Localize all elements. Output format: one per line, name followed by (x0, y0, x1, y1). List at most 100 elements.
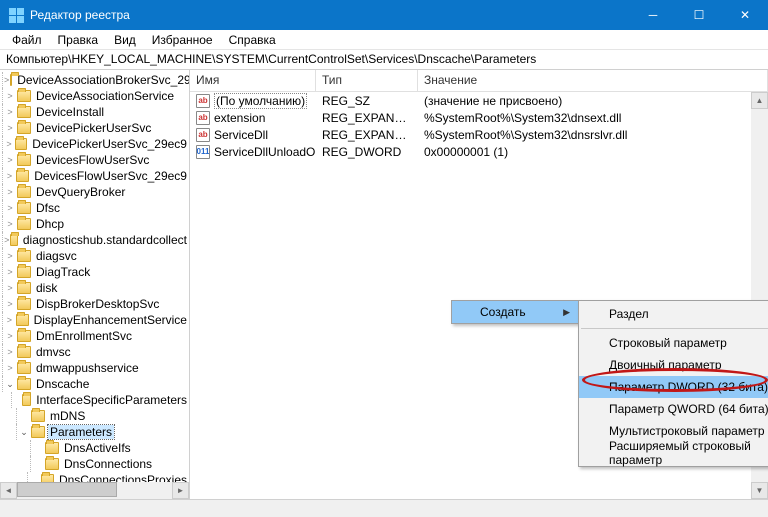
submenu-arrow-icon: ▶ (563, 307, 570, 318)
tree-item[interactable]: >DmEnrollmentSvc (2, 328, 189, 344)
expand-icon[interactable]: > (4, 234, 9, 246)
column-data[interactable]: Значение (418, 70, 768, 91)
menu-help[interactable]: Справка (221, 31, 284, 49)
tree-item[interactable]: >DeviceAssociationBrokerSvc_29 (2, 72, 189, 88)
tree-item[interactable]: DnsActiveIfs (2, 440, 189, 456)
ctx-new-key[interactable]: Раздел (579, 303, 768, 325)
menu-view[interactable]: Вид (106, 31, 144, 49)
expand-icon[interactable]: > (4, 250, 16, 262)
expand-icon[interactable]: > (4, 186, 16, 198)
expand-icon[interactable]: > (4, 266, 16, 278)
value-type: REG_SZ (316, 94, 418, 108)
expand-icon[interactable]: > (4, 362, 16, 374)
app-icon (8, 7, 24, 23)
maximize-button[interactable]: ☐ (676, 0, 722, 30)
tree-item[interactable]: >dmvsc (2, 344, 189, 360)
tree-item-label: DispBrokerDesktopSvc (34, 297, 161, 311)
tree-item[interactable]: >DevicesFlowUserSvc_29ec9 (2, 168, 189, 184)
folder-icon (17, 202, 31, 214)
ctx-new-binary[interactable]: Двоичный параметр (579, 354, 768, 376)
list-row[interactable]: abextensionREG_EXPAND_SZ%SystemRoot%\Sys… (190, 109, 768, 126)
expand-icon[interactable]: > (4, 90, 16, 102)
list-row[interactable]: ab(По умолчанию)REG_SZ(значение не присв… (190, 92, 768, 109)
tree-item[interactable]: InterfaceSpecificParameters (2, 392, 189, 408)
menu-file[interactable]: Файл (4, 31, 50, 49)
value-type: REG_DWORD (316, 145, 418, 159)
ctx-create[interactable]: Создать ▶ (452, 301, 578, 323)
tree-item[interactable]: ⌄Dnscache (2, 376, 189, 392)
ctx-new-qword64[interactable]: Параметр QWORD (64 бита) (579, 398, 768, 420)
tree-item-label: DevicePickerUserSvc_29ec9 (30, 137, 189, 151)
collapse-icon[interactable]: ⌄ (4, 378, 16, 390)
ctx-new-string[interactable]: Строковый параметр (579, 332, 768, 354)
tree-item[interactable]: ⌄Parameters (2, 424, 189, 440)
tree-pane[interactable]: >DeviceAssociationBrokerSvc_29>DeviceAss… (0, 70, 190, 499)
tree-leaf-icon (32, 458, 44, 470)
scroll-down-button[interactable]: ▼ (751, 482, 768, 499)
value-data: (значение не присвоено) (418, 94, 768, 108)
value-data: %SystemRoot%\System32\dnsext.dll (418, 111, 768, 125)
tree-item[interactable]: >DeviceAssociationService (2, 88, 189, 104)
folder-icon (16, 314, 29, 326)
expand-icon[interactable]: > (4, 170, 15, 182)
expand-icon[interactable]: > (4, 138, 14, 150)
ctx-new-expandstring[interactable]: Расширяемый строковый параметр (579, 442, 768, 464)
tree-item[interactable]: >DisplayEnhancementService (2, 312, 189, 328)
address-bar[interactable]: Компьютер\HKEY_LOCAL_MACHINE\SYSTEM\Curr… (0, 50, 768, 70)
titlebar[interactable]: Редактор реестра ─ ☐ ✕ (0, 0, 768, 30)
expand-icon[interactable]: > (4, 122, 16, 134)
tree-item[interactable]: >DeviceInstall (2, 104, 189, 120)
folder-icon (17, 298, 31, 310)
expand-icon[interactable]: > (4, 330, 16, 342)
tree-item[interactable]: > DispBrokerDesktopSvc (2, 296, 189, 312)
tree-item[interactable]: >dmwappushservice (2, 360, 189, 376)
tree-item[interactable]: >diagnosticshub.standardcollect (2, 232, 189, 248)
column-type[interactable]: Тип (316, 70, 418, 91)
minimize-button[interactable]: ─ (630, 0, 676, 30)
folder-icon (17, 378, 31, 390)
expand-icon[interactable]: > (4, 314, 15, 326)
tree-item[interactable]: > DevicePickerUserSvc_29ec9 (2, 136, 189, 152)
menu-favorites[interactable]: Избранное (144, 31, 221, 49)
expand-icon[interactable]: > (4, 346, 16, 358)
expand-icon[interactable]: > (4, 106, 16, 118)
tree-item[interactable]: >Dfsc (2, 200, 189, 216)
tree-item[interactable]: >disk (2, 280, 189, 296)
tree-item[interactable]: >DevQueryBroker (2, 184, 189, 200)
tree-item-label: diagsvc (34, 249, 79, 263)
tree-item-label: DnsConnections (62, 457, 154, 471)
scroll-left-button[interactable]: ◄ (0, 482, 17, 499)
list-row[interactable]: abServiceDllREG_EXPAND_SZ%SystemRoot%\Sy… (190, 126, 768, 143)
list-row[interactable]: 011ServiceDllUnloadOnSt...REG_DWORD0x000… (190, 143, 768, 160)
expand-icon[interactable]: > (4, 202, 16, 214)
tree-item[interactable]: >Dhcp (2, 216, 189, 232)
expand-icon[interactable]: > (4, 218, 16, 230)
close-button[interactable]: ✕ (722, 0, 768, 30)
scroll-right-button[interactable]: ► (172, 482, 189, 499)
menubar: Файл Правка Вид Избранное Справка (0, 30, 768, 50)
tree-item[interactable]: >DevicesFlowUserSvc (2, 152, 189, 168)
horizontal-scrollbar[interactable]: ◄ ► (0, 482, 189, 499)
menu-edit[interactable]: Правка (50, 31, 107, 49)
folder-icon (17, 122, 31, 134)
statusbar (0, 499, 768, 517)
collapse-icon[interactable]: ⌄ (18, 426, 30, 438)
expand-icon[interactable]: > (4, 154, 16, 166)
scroll-up-button[interactable]: ▲ (751, 92, 768, 109)
tree-item[interactable]: DnsConnections (2, 456, 189, 472)
binary-value-icon: 011 (196, 145, 210, 159)
string-value-icon: ab (196, 94, 210, 108)
scroll-thumb[interactable] (17, 482, 117, 497)
tree-item[interactable]: > DevicePickerUserSvc (2, 120, 189, 136)
values-pane[interactable]: Имя Тип Значение ab(По умолчанию)REG_SZ(… (190, 70, 768, 499)
expand-icon[interactable]: > (4, 74, 9, 86)
ctx-new-dword32[interactable]: Параметр DWORD (32 бита) (579, 376, 768, 398)
tree-item[interactable]: mDNS (2, 408, 189, 424)
column-name[interactable]: Имя (190, 70, 316, 91)
expand-icon[interactable]: > (4, 298, 16, 310)
folder-icon (31, 426, 45, 438)
tree-item[interactable]: >DiagTrack (2, 264, 189, 280)
expand-icon[interactable]: > (4, 282, 16, 294)
tree-item-label: DevicePickerUserSvc (34, 121, 153, 135)
tree-item[interactable]: > diagsvc (2, 248, 189, 264)
